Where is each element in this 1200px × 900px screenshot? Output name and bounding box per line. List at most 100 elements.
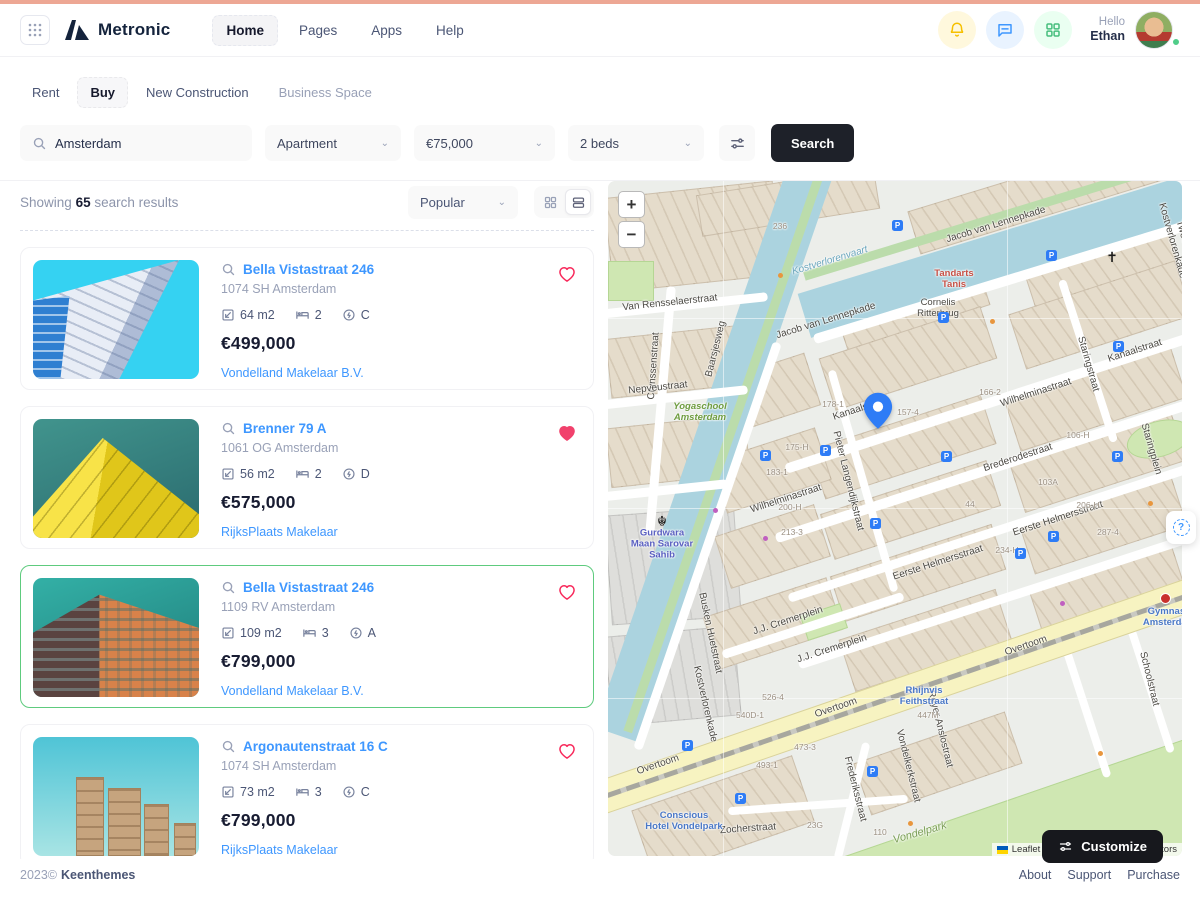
map-location-pin[interactable] <box>860 391 896 431</box>
tab-business-space[interactable]: Business Space <box>267 78 384 107</box>
area-icon <box>221 467 235 481</box>
energy-label-spec: C <box>342 785 370 799</box>
map-poi-label: 447M <box>917 711 938 721</box>
property-card[interactable]: Bella Vistastraat 246 1074 SH Amsterdam 64… <box>20 247 594 390</box>
ukraine-flag-icon <box>997 846 1008 854</box>
area-icon <box>221 308 235 322</box>
footer-link-support[interactable]: Support <box>1067 868 1111 882</box>
favorite-button[interactable] <box>557 741 577 761</box>
property-price: €799,000 <box>221 810 388 831</box>
property-card[interactable]: Argonautenstraat 16 C1074 SH Amsterdam73… <box>20 724 594 867</box>
property-title-link[interactable]: Brenner 79 A <box>243 421 327 436</box>
advanced-filters-button[interactable] <box>719 125 755 161</box>
search-icon <box>221 580 236 595</box>
property-list: Bella Vistastraat 246 1074 SH Amsterdam 64… <box>20 247 594 867</box>
parking-icon: P <box>1113 341 1124 352</box>
parking-icon: P <box>892 220 903 231</box>
parking-icon: P <box>1112 451 1123 462</box>
bell-icon <box>948 21 966 39</box>
app-launcher-button[interactable] <box>20 15 50 45</box>
notifications-button[interactable] <box>938 11 976 49</box>
favorite-button[interactable] <box>557 582 577 602</box>
logo-text: Metronic <box>98 20 170 40</box>
location-search-input[interactable]: Amsterdam <box>20 125 252 161</box>
energy-icon <box>342 785 356 799</box>
price-select[interactable]: €75,000 ⌄ <box>414 125 555 161</box>
agency-link[interactable]: Vondelland Makelaar B.V. <box>221 366 374 380</box>
property-address: 1061 OG Amsterdam <box>221 441 370 455</box>
map-zoom-controls: + − <box>618 191 645 248</box>
map-poi-dot <box>990 319 995 324</box>
map-poi-dot <box>763 536 768 541</box>
heart-icon <box>557 423 577 443</box>
energy-label-spec: C <box>342 308 370 322</box>
property-address: 1074 SH Amsterdam <box>221 282 374 296</box>
property-photo <box>33 419 199 538</box>
beds-spec: 3 <box>295 784 322 799</box>
favorite-button[interactable] <box>557 423 577 443</box>
property-title-link[interactable]: Bella Vistastraat 246 <box>243 262 374 277</box>
bed-icon <box>295 466 310 481</box>
logo[interactable]: Metronic <box>64 19 170 41</box>
property-type-value: Apartment <box>277 136 337 151</box>
zoom-in-button[interactable]: + <box>618 191 645 218</box>
beds-spec: 3 <box>302 625 329 640</box>
price-value: €75,000 <box>426 136 473 151</box>
search-button[interactable]: Search <box>771 124 854 162</box>
property-title-link[interactable]: Argonautenstraat 16 C <box>243 739 388 754</box>
customize-button[interactable]: Customize <box>1042 830 1163 863</box>
parking-icon: P <box>1015 548 1026 559</box>
footer-link-purchase[interactable]: Purchase <box>1127 868 1180 882</box>
map-house-number: 110 <box>873 828 887 838</box>
metronic-logo-icon <box>64 19 90 41</box>
energy-icon <box>342 308 356 322</box>
footer: 2023©Keenthemes About Support Purchase <box>0 859 1200 891</box>
property-card[interactable]: Bella Vistastraat 2461109 RV Amsterdam10… <box>20 565 594 708</box>
agency-link[interactable]: RijksPlaats Makelaar <box>221 843 388 857</box>
nav-pages[interactable]: Pages <box>286 16 350 45</box>
search-icon <box>221 739 236 754</box>
area-spec: 73 m2 <box>221 785 275 799</box>
zoom-out-button[interactable]: − <box>618 221 645 248</box>
nav-apps[interactable]: Apps <box>358 16 415 45</box>
company-link[interactable]: Keenthemes <box>61 868 135 882</box>
energy-label-spec: A <box>349 626 376 640</box>
favorite-button[interactable] <box>557 264 577 284</box>
tab-rent[interactable]: Rent <box>20 78 71 107</box>
parking-icon: P <box>820 445 831 456</box>
area-spec: 64 m2 <box>221 308 275 322</box>
parking-icon: P <box>682 740 693 751</box>
property-title-link[interactable]: Bella Vistastraat 246 <box>243 580 374 595</box>
beds-select[interactable]: 2 beds ⌄ <box>568 125 704 161</box>
energy-label-spec: D <box>342 467 370 481</box>
list-view-button[interactable] <box>565 189 591 215</box>
sort-select[interactable]: Popular ⌄ <box>408 186 518 219</box>
search-icon <box>221 262 236 277</box>
chat-button[interactable] <box>986 11 1024 49</box>
beds-spec: 2 <box>295 466 322 481</box>
avatar[interactable] <box>1135 11 1173 49</box>
bed-icon <box>295 784 310 799</box>
map-poi-dot <box>713 508 718 513</box>
search-section: Rent Buy New Construction Business Space… <box>0 57 1200 181</box>
parking-icon: P <box>1048 531 1059 542</box>
search-icon <box>32 136 47 151</box>
listing-type-tabs: Rent Buy New Construction Business Space <box>20 77 1180 108</box>
grid-view-button[interactable] <box>537 189 563 215</box>
nav-home[interactable]: Home <box>212 15 278 46</box>
property-type-select[interactable]: Apartment ⌄ <box>265 125 401 161</box>
help-widget-button[interactable]: ? <box>1166 511 1196 544</box>
tab-new-construction[interactable]: New Construction <box>134 78 261 107</box>
results-column: Showing 65 search results Popular ⌄ <box>20 184 594 883</box>
agency-link[interactable]: Vondelland Makelaar B.V. <box>221 684 376 698</box>
footer-link-about[interactable]: About <box>1019 868 1052 882</box>
property-price: €575,000 <box>221 492 370 513</box>
nav-help[interactable]: Help <box>423 16 477 45</box>
apps-button[interactable] <box>1034 11 1072 49</box>
heart-icon <box>557 741 577 761</box>
area-spec: 56 m2 <box>221 467 275 481</box>
agency-link[interactable]: RijksPlaats Makelaar <box>221 525 370 539</box>
property-card[interactable]: Brenner 79 A 1061 OG Amsterdam 56 m2 2 D €575… <box>20 406 594 549</box>
tab-buy[interactable]: Buy <box>77 77 128 108</box>
map[interactable]: Van RensselaerstraatCrynssenstraatNepveu… <box>608 181 1182 856</box>
